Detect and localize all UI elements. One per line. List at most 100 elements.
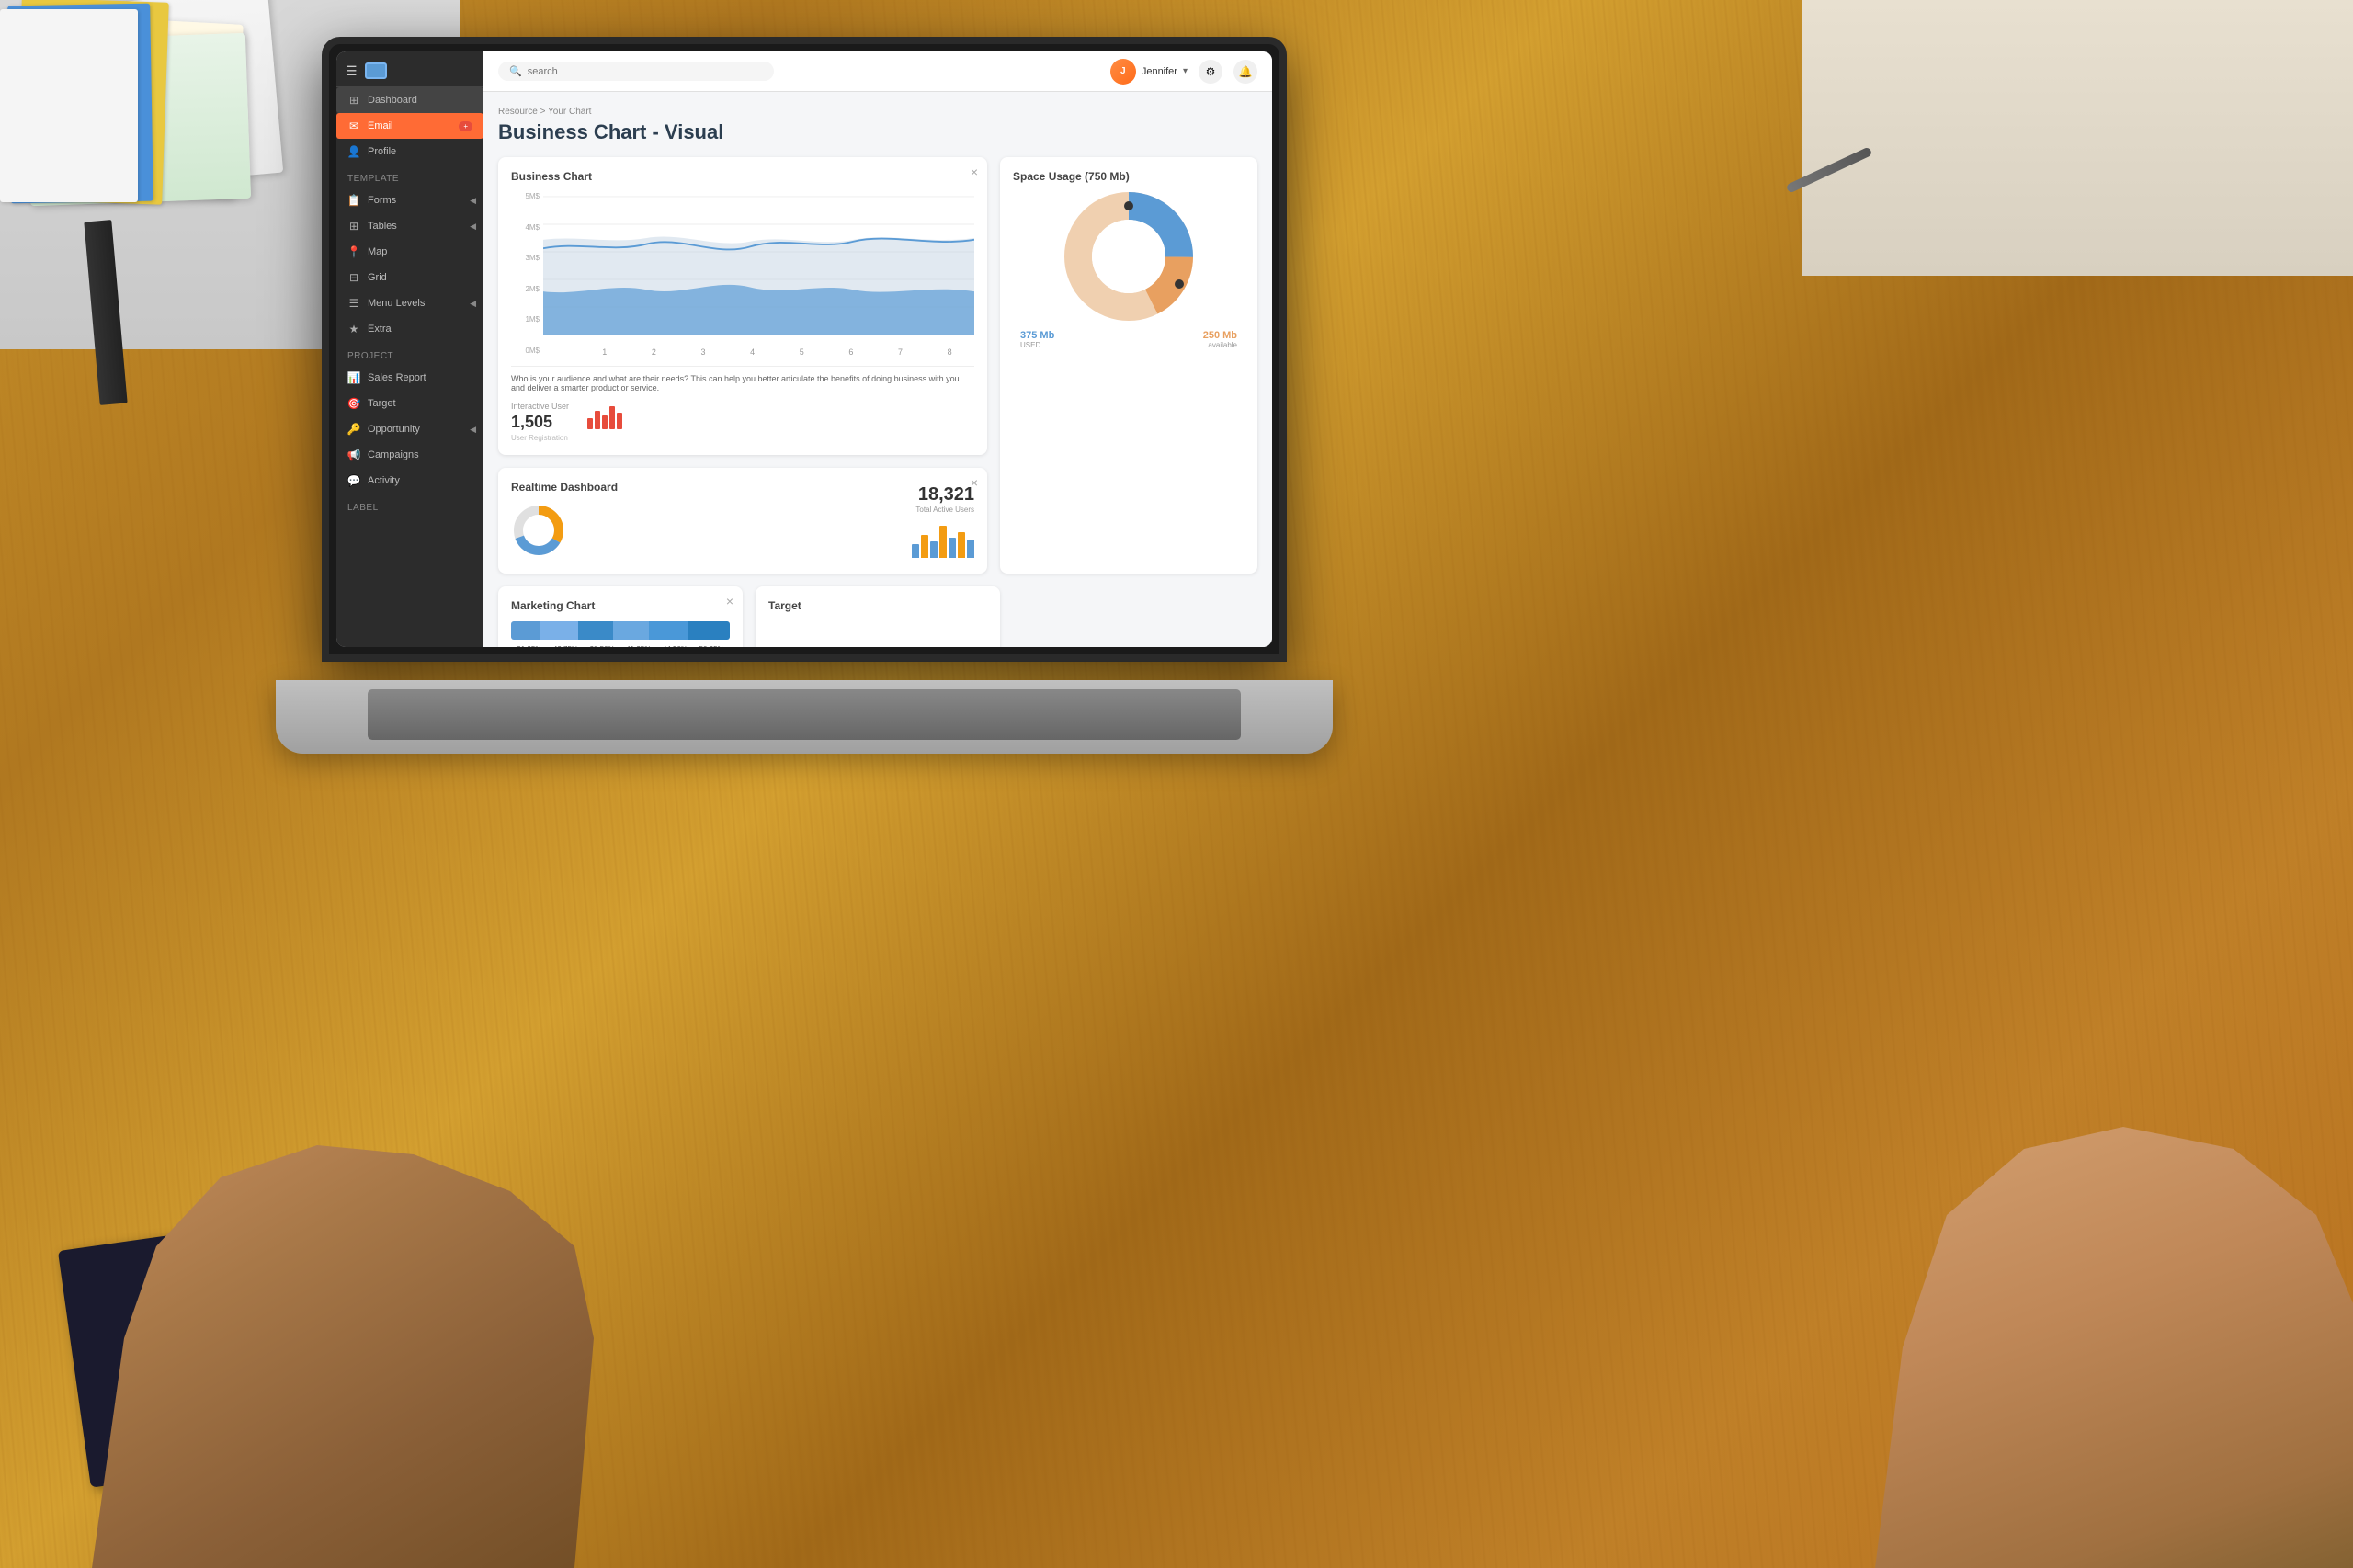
notebook [58, 1225, 273, 1487]
segment-6 [688, 621, 730, 640]
realtime-right: 18,321 Total Active Users [752, 481, 974, 561]
segment-5 [649, 621, 688, 640]
sidebar-item-activity[interactable]: 💬 Activity [336, 468, 483, 494]
sidebar-item-label: Dashboard [368, 95, 417, 106]
sidebar-item-map[interactable]: 📍 Map [336, 239, 483, 265]
laptop-screen-outer: ☰ ⊞ Dashboard ✉ Email + [322, 37, 1287, 662]
pct-4: 41.25% [626, 645, 651, 647]
chart-svg-container: 1 2 3 4 5 6 7 8 [543, 192, 974, 357]
extra-label: Extra [368, 324, 392, 335]
sidebar-item-menu-levels[interactable]: ☰ Menu Levels ◀ [336, 290, 483, 316]
user-stat-value: 1,505 [511, 413, 569, 432]
settings-icon: ⚙ [1206, 65, 1216, 78]
r-bar-1 [912, 544, 919, 558]
sidebar-email-label: Email [368, 120, 393, 131]
segment-3 [578, 621, 613, 640]
marketing-close[interactable]: × [726, 594, 733, 608]
sidebar-header: ☰ [336, 51, 483, 87]
marketing-chart-card: Marketing Chart × [498, 586, 743, 647]
space-labels: 375 Mb USED 250 Mb available [1013, 330, 1245, 349]
sidebar-item-target[interactable]: 🎯 Target [336, 391, 483, 416]
stats-row: Interactive User 1,505 User Registration [511, 402, 974, 442]
search-input[interactable] [528, 66, 763, 77]
menu-levels-arrow: ◀ [470, 299, 476, 309]
sidebar-item-forms[interactable]: 📋 Forms ◀ [336, 187, 483, 213]
realtime-sub: Total Active Users [915, 506, 974, 514]
opportunity-arrow: ◀ [470, 425, 476, 435]
tables-icon: ⊞ [347, 220, 360, 233]
topbar-right: J Jennifer ▾ ⚙ 🔔 [1110, 59, 1257, 85]
forms-label: Forms [368, 195, 396, 206]
search-bar[interactable]: 🔍 [498, 62, 774, 81]
sidebar-item-grid[interactable]: ⊟ Grid [336, 265, 483, 290]
main-content: 🔍 J Jennifer ▾ [483, 51, 1272, 647]
sidebar-item-campaigns[interactable]: 📢 Campaigns [336, 442, 483, 468]
mini-bar-2 [595, 411, 600, 429]
target-icon: 🎯 [347, 397, 360, 410]
page-content: Resource > Your Chart Business Chart - V… [483, 92, 1272, 647]
realtime-bars [912, 521, 974, 558]
opportunity-label: Opportunity [368, 424, 420, 435]
bar-segments [511, 621, 730, 640]
campaigns-icon: 📢 [347, 449, 360, 461]
mini-bar-3 [602, 415, 608, 429]
sidebar-item-extra[interactable]: ★ Extra [336, 316, 483, 342]
y-axis: 5M$ 4M$ 3M$ 2M$ 1M$ 0M$ [511, 192, 543, 357]
laptop-keyboard [368, 689, 1241, 740]
realtime-value: 18,321 [918, 484, 974, 506]
mini-bar-chart [587, 402, 622, 429]
page-title: Business Chart - Visual [498, 120, 1257, 144]
sidebar-item-sales-report[interactable]: 📊 Sales Report [336, 365, 483, 391]
r-bar-6 [958, 532, 965, 558]
segment-4 [613, 621, 650, 640]
business-chart-close[interactable]: × [971, 165, 978, 179]
tables-label: Tables [368, 221, 397, 232]
laptop-base [276, 680, 1333, 754]
user-info[interactable]: J Jennifer ▾ [1110, 59, 1188, 85]
search-icon: 🔍 [509, 65, 522, 77]
bottom-row: Marketing Chart × [498, 586, 1257, 647]
hamburger-icon[interactable]: ☰ [346, 63, 358, 79]
avatar: J [1110, 59, 1136, 85]
segment-1 [511, 621, 540, 640]
user-stat-label: Interactive User [511, 402, 569, 411]
realtime-donut [511, 503, 566, 558]
notification-icon: 🔔 [1239, 65, 1253, 78]
donut-chart [1064, 192, 1193, 321]
top-right-surface [1802, 0, 2353, 276]
app-container: ☰ ⊞ Dashboard ✉ Email + [336, 51, 1272, 647]
tables-arrow: ◀ [470, 222, 476, 232]
user-stat: Interactive User 1,505 User Registration [511, 402, 569, 442]
breadcrumb: Resource > Your Chart [498, 107, 1257, 117]
forms-icon: 📋 [347, 194, 360, 207]
map-icon: 📍 [347, 245, 360, 258]
sidebar-logo [365, 62, 387, 79]
marketing-percentages: 31.25% 43.75% 38.50% 41.25% 44.50% 50.25… [511, 645, 730, 647]
settings-button[interactable]: ⚙ [1199, 60, 1222, 84]
business-chart-card: Business Chart × 5M$ 4M$ 3M$ 2M$ [498, 157, 987, 455]
sidebar-item-profile[interactable]: 👤 Profile [336, 139, 483, 165]
section-template: Template [336, 165, 483, 187]
realtime-close[interactable]: × [971, 475, 978, 490]
sidebar-item-dashboard[interactable]: ⊞ Dashboard [336, 87, 483, 113]
sidebar-item-email[interactable]: ✉ Email + [336, 113, 483, 139]
r-bar-3 [930, 541, 938, 558]
forms-arrow: ◀ [470, 196, 476, 206]
grid-label: Grid [368, 272, 387, 283]
business-chart-title: Business Chart [511, 170, 974, 183]
laptop-screen[interactable]: ☰ ⊞ Dashboard ✉ Email + [336, 51, 1272, 647]
sidebar-item-tables[interactable]: ⊞ Tables ◀ [336, 213, 483, 239]
menu-levels-icon: ☰ [347, 297, 360, 310]
realtime-dashboard-card: Realtime Dashboard × [498, 468, 987, 574]
sidebar-item-opportunity[interactable]: 🔑 Opportunity ◀ [336, 416, 483, 442]
notification-button[interactable]: 🔔 [1233, 60, 1257, 84]
mini-bar-5 [617, 413, 622, 429]
activity-icon: 💬 [347, 474, 360, 487]
pct-1: 31.25% [517, 645, 541, 647]
realtime-title: Realtime Dashboard [511, 481, 733, 494]
user-dropdown-icon[interactable]: ▾ [1183, 66, 1188, 76]
r-bar-7 [967, 540, 974, 558]
space-usage-card: Space Usage (750 Mb) [1000, 157, 1257, 574]
target-card: Target [756, 586, 1000, 647]
pct-2: 43.75% [553, 645, 578, 647]
